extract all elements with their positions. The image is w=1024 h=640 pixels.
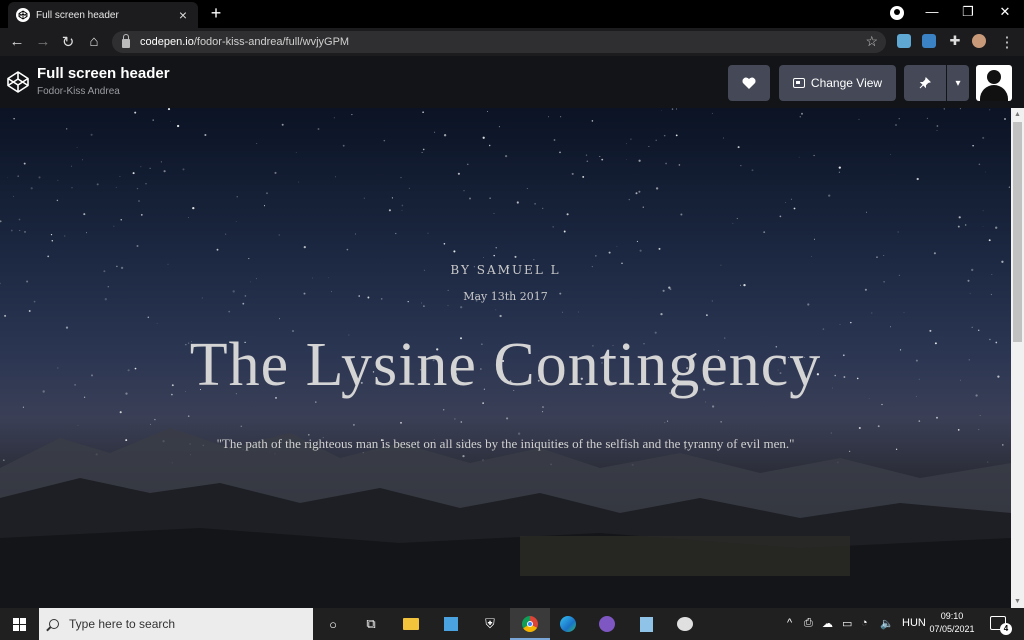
taskbar-clock[interactable]: 09:10 07/05/2021 <box>926 610 978 636</box>
user-avatar[interactable] <box>976 65 1012 101</box>
clock-time: 09:10 <box>940 611 964 621</box>
windows-taskbar: Type here to search ○ ⧉ ⛨ ^ ⎙ ☁ ▭ ◔ 🔈 HU… <box>0 608 1024 640</box>
network-icon[interactable]: ◔ <box>861 617 868 629</box>
layout-icon <box>792 78 805 88</box>
start-button[interactable] <box>0 608 38 640</box>
codepen-header: Full screen header Fodor-Kiss Andrea Cha… <box>0 56 1024 108</box>
notification-count-badge: 4 <box>1000 623 1012 635</box>
battery-icon[interactable]: ▭ <box>842 617 852 630</box>
pin-button[interactable] <box>904 65 946 101</box>
forward-icon[interactable]: → <box>34 33 52 50</box>
clock-date: 07/05/2021 <box>929 624 975 634</box>
article-headline: The Lysine Contingency <box>189 331 822 399</box>
browser-tab-strip: Full screen header × + — ❐ ✕ <box>0 0 1024 28</box>
pen-title: Full screen header <box>37 65 170 82</box>
search-icon <box>49 619 59 629</box>
article-date: May 13th 2017 <box>463 290 548 303</box>
article-quote: "The path of the righteous man is beset … <box>216 436 795 451</box>
close-window-button[interactable]: ✕ <box>995 4 1015 20</box>
extension-icon[interactable] <box>897 34 911 48</box>
store-icon[interactable] <box>441 614 461 634</box>
edge-icon[interactable] <box>558 614 578 634</box>
security-shield-icon[interactable]: ⛨ <box>480 614 500 634</box>
back-icon[interactable]: ← <box>8 33 26 50</box>
pin-icon <box>919 77 931 89</box>
hero-header: BY SAMUEL L May 13th 2017 The Lysine Con… <box>0 108 1011 608</box>
file-explorer-icon[interactable] <box>401 614 421 634</box>
minimize-button[interactable]: — <box>922 4 942 19</box>
tab-close-icon[interactable]: × <box>176 7 190 23</box>
restore-button[interactable]: ❐ <box>958 4 978 20</box>
pen-author[interactable]: Fodor-Kiss Andrea <box>37 86 120 97</box>
home-icon[interactable]: ⌂ <box>85 33 103 50</box>
change-view-label: Change View <box>810 76 883 90</box>
browser-toolbar: ← → ↻ ⌂ codepen.io/fodor-kiss-andrea/ful… <box>0 28 1024 56</box>
heart-icon <box>742 77 756 89</box>
like-button[interactable] <box>728 65 770 101</box>
scrollbar-thumb[interactable] <box>1013 122 1022 342</box>
browser-tab[interactable]: Full screen header × <box>8 2 198 28</box>
scroll-up-icon[interactable]: ▲ <box>1014 111 1021 118</box>
menu-kebab-icon[interactable]: ⋮ <box>998 33 1016 51</box>
tab-title: Full screen header <box>36 9 119 21</box>
codepen-favicon-icon <box>16 8 30 22</box>
lock-icon[interactable] <box>122 34 130 48</box>
new-tab-button[interactable]: + <box>207 4 225 22</box>
windows-logo-icon <box>12 617 26 631</box>
chrome-profile-icon[interactable] <box>890 6 904 20</box>
page-scrollbar[interactable]: ▲ ▼ <box>1011 108 1024 608</box>
chrome-icon[interactable] <box>520 614 540 634</box>
cortana-icon[interactable]: ○ <box>323 614 343 634</box>
notepad-icon[interactable] <box>636 614 656 634</box>
extensions-puzzle-icon[interactable]: ✚ <box>946 33 964 49</box>
bookmark-star-icon[interactable]: ☆ <box>865 33 878 50</box>
cloud-icon[interactable]: ☁ <box>822 617 833 630</box>
article-byline: BY SAMUEL L <box>450 263 561 277</box>
codepen-logo-icon[interactable] <box>6 70 30 94</box>
profile-avatar-icon[interactable] <box>972 34 986 48</box>
extension-icon[interactable] <box>922 34 936 48</box>
volume-icon[interactable]: 🔈 <box>880 617 894 630</box>
scroll-down-icon[interactable]: ▼ <box>1014 598 1021 605</box>
language-indicator[interactable]: HUN <box>902 617 926 629</box>
change-view-button[interactable]: Change View <box>779 65 896 101</box>
paint-icon[interactable] <box>675 614 695 634</box>
chevron-down-icon: ▾ <box>955 77 961 89</box>
search-placeholder: Type here to search <box>69 617 176 631</box>
reload-icon[interactable]: ↻ <box>59 33 77 51</box>
pin-dropdown-button[interactable]: ▾ <box>947 65 969 101</box>
task-view-icon[interactable]: ⧉ <box>361 614 381 634</box>
device-icon[interactable]: ⎙ <box>804 617 813 630</box>
address-bar[interactable]: codepen.io/fodor-kiss-andrea/full/wvjyGP… <box>112 31 886 53</box>
url-text: codepen.io/fodor-kiss-andrea/full/wvjyGP… <box>140 36 350 48</box>
taskbar-search[interactable]: Type here to search <box>39 608 313 640</box>
github-icon[interactable] <box>597 614 617 634</box>
tray-chevron-up-icon[interactable]: ^ <box>787 617 792 629</box>
